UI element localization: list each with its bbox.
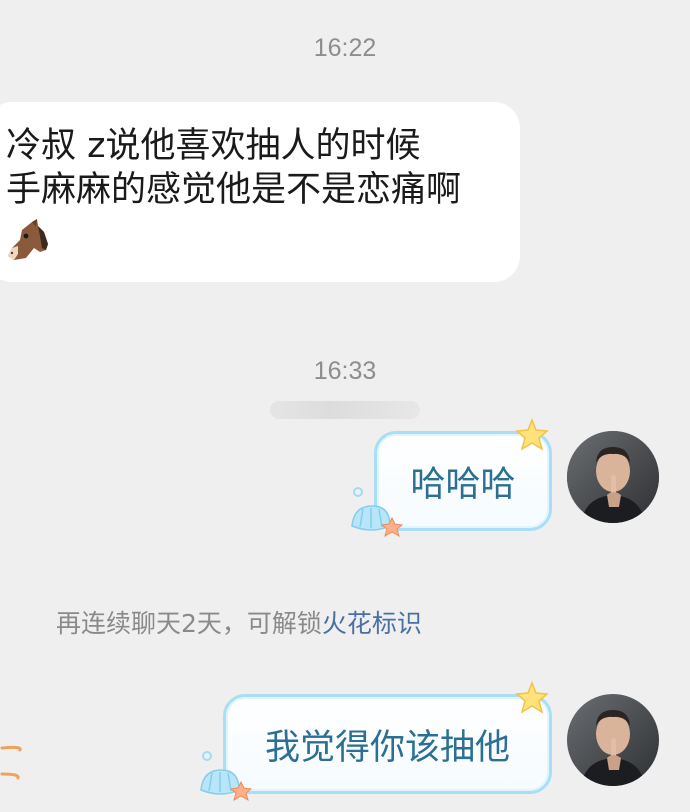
- message-text: 哈哈哈: [410, 464, 516, 505]
- user-avatar[interactable]: [567, 694, 659, 786]
- streak-notice: 再连续聊天2天，可解锁火花标识: [56, 604, 422, 640]
- spark-badge-link[interactable]: 火花标识: [322, 609, 422, 638]
- message-text: 我觉得你该抽他: [264, 727, 510, 768]
- notice-text: 再连续聊天2天，可解锁: [56, 609, 322, 638]
- partial-sticker-icon: [0, 745, 22, 780]
- star-decoration-icon: [515, 418, 549, 451]
- horse-face-emoji-icon: [8, 219, 48, 260]
- blurred-watermark: [270, 401, 420, 419]
- user-avatar[interactable]: [567, 431, 659, 523]
- message-text-line: 手麻麻的感觉他是不是恋痛啊: [6, 170, 462, 210]
- seashell-decoration-icon: [351, 487, 404, 538]
- star-decoration-icon: [515, 681, 549, 714]
- outgoing-message-bubble[interactable]: 我觉得你该抽他: [223, 694, 552, 794]
- message-text-line: 冷叔 z说他喜欢抽人的时候: [6, 126, 421, 166]
- seashell-decoration-icon: [200, 751, 253, 802]
- timestamp: 16:22: [313, 34, 377, 62]
- incoming-message-bubble[interactable]: 冷叔 z说他喜欢抽人的时候 手麻麻的感觉他是不是恋痛啊: [0, 102, 520, 282]
- timestamp: 16:33: [313, 357, 377, 385]
